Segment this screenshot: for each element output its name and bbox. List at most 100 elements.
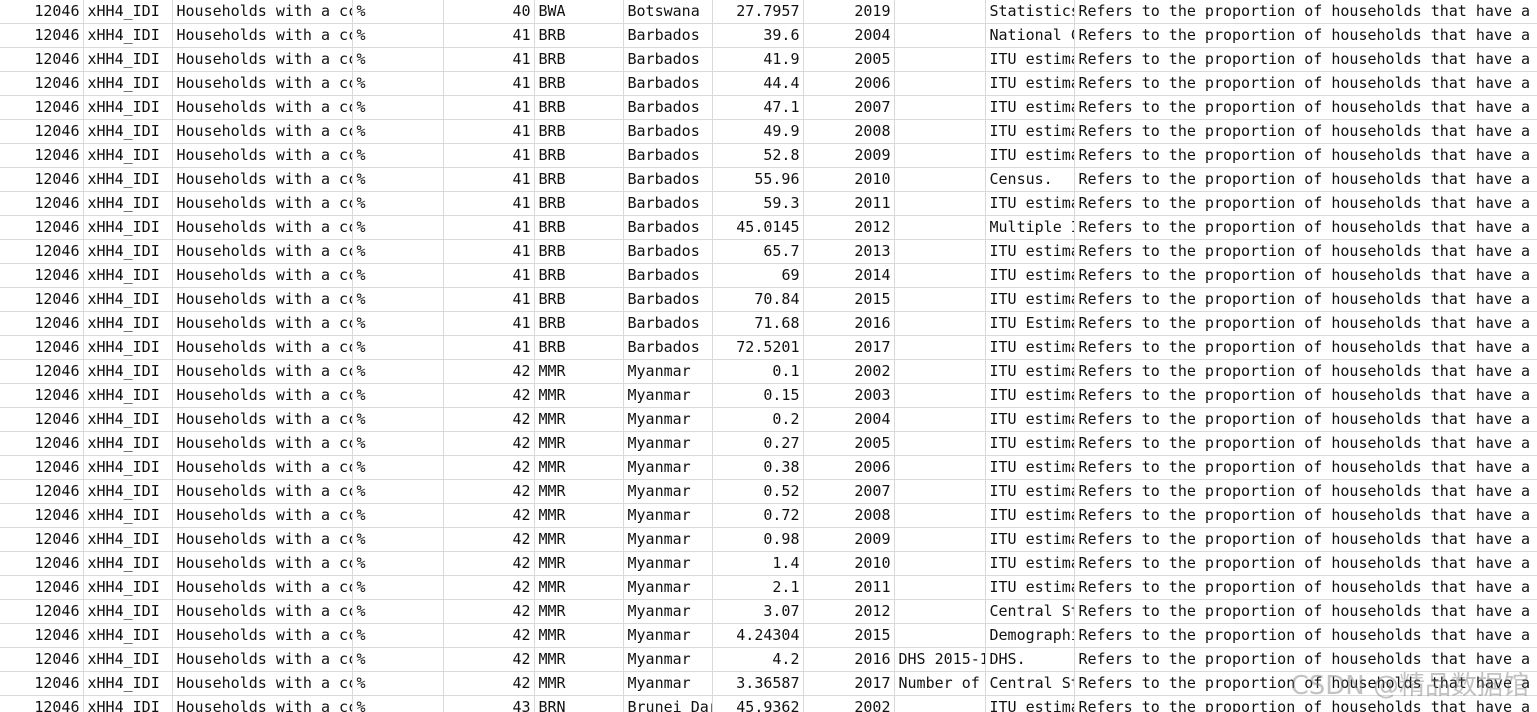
table-cell[interactable]: Households with a cc	[172, 47, 353, 72]
table-cell[interactable]: xHH4_IDI	[83, 311, 173, 336]
table-cell[interactable]: %	[352, 119, 444, 144]
table-cell[interactable]: BRB	[534, 71, 624, 96]
table-cell[interactable]: ITU estima	[985, 239, 1075, 264]
table-cell[interactable]: Households with a cc	[172, 335, 353, 360]
table-cell[interactable]: xHH4_IDI	[83, 407, 173, 432]
table-cell[interactable]: Refers to the proportion of households t…	[1074, 95, 1537, 120]
table-cell[interactable]: 12046	[0, 215, 84, 240]
table-cell[interactable]: %	[352, 335, 444, 360]
table-cell[interactable]: BRB	[534, 119, 624, 144]
table-cell[interactable]: BRB	[534, 47, 624, 72]
table-cell[interactable]: xHH4_IDI	[83, 119, 173, 144]
table-cell[interactable]: ITU estima	[985, 695, 1075, 712]
table-cell[interactable]	[894, 599, 986, 624]
table-cell[interactable]: BRB	[534, 167, 624, 192]
table-cell[interactable]: Refers to the proportion of households t…	[1074, 47, 1537, 72]
table-cell[interactable]: 12046	[0, 575, 84, 600]
table-cell[interactable]: 2012	[803, 599, 895, 624]
table-cell[interactable]: Households with a cc	[172, 311, 353, 336]
table-cell[interactable]	[894, 479, 986, 504]
table-cell[interactable]: %	[352, 551, 444, 576]
table-cell[interactable]	[894, 287, 986, 312]
table-cell[interactable]: 47.1	[712, 95, 804, 120]
table-cell[interactable]: ITU estima	[985, 383, 1075, 408]
table-cell[interactable]: 41.9	[712, 47, 804, 72]
table-cell[interactable]: Households with a cc	[172, 119, 353, 144]
table-cell[interactable]: Refers to the proportion of households t…	[1074, 551, 1537, 576]
table-cell[interactable]: 71.68	[712, 311, 804, 336]
table-cell[interactable]: xHH4_IDI	[83, 191, 173, 216]
table-cell[interactable]	[894, 623, 986, 648]
table-cell[interactable]: xHH4_IDI	[83, 143, 173, 168]
table-cell[interactable]: 2015	[803, 287, 895, 312]
table-cell[interactable]: Myanmar	[623, 431, 713, 456]
table-cell[interactable]: Households with a cc	[172, 263, 353, 288]
table-cell[interactable]: ITU estima	[985, 95, 1075, 120]
table-cell[interactable]: Myanmar	[623, 455, 713, 480]
table-cell[interactable]: Refers to the proportion of households t…	[1074, 263, 1537, 288]
table-cell[interactable]: 2006	[803, 455, 895, 480]
table-cell[interactable]: MMR	[534, 407, 624, 432]
table-cell[interactable]: Refers to the proportion of households t…	[1074, 23, 1537, 48]
table-cell[interactable]: 43	[443, 695, 535, 712]
table-cell[interactable]: 27.7957	[712, 0, 804, 24]
table-cell[interactable]: ITU estima	[985, 47, 1075, 72]
table-cell[interactable]: xHH4_IDI	[83, 23, 173, 48]
table-cell[interactable]: ITU estima	[985, 479, 1075, 504]
table-cell[interactable]: 2010	[803, 551, 895, 576]
table-cell[interactable]: 41	[443, 287, 535, 312]
table-cell[interactable]: Myanmar	[623, 407, 713, 432]
table-cell[interactable]: Refers to the proportion of households t…	[1074, 359, 1537, 384]
table-cell[interactable]: 12046	[0, 47, 84, 72]
table-cell[interactable]: xHH4_IDI	[83, 47, 173, 72]
table-cell[interactable]: 0.1	[712, 359, 804, 384]
table-cell[interactable]: %	[352, 23, 444, 48]
table-cell[interactable]: Demographi	[985, 623, 1075, 648]
table-cell[interactable]: %	[352, 167, 444, 192]
table-cell[interactable]: Barbados	[623, 191, 713, 216]
table-cell[interactable]: 12046	[0, 287, 84, 312]
table-cell[interactable]: 41	[443, 215, 535, 240]
table-cell[interactable]: Refers to the proportion of households t…	[1074, 599, 1537, 624]
table-cell[interactable]: Households with a cc	[172, 527, 353, 552]
table-cell[interactable]: Households with a cc	[172, 407, 353, 432]
table-cell[interactable]: 41	[443, 143, 535, 168]
table-cell[interactable]	[894, 263, 986, 288]
table-cell[interactable]	[894, 191, 986, 216]
table-cell[interactable]: MMR	[534, 503, 624, 528]
table-cell[interactable]: 2.1	[712, 575, 804, 600]
table-cell[interactable]: Myanmar	[623, 623, 713, 648]
table-cell[interactable]: 41	[443, 167, 535, 192]
table-cell[interactable]: Refers to the proportion of households t…	[1074, 431, 1537, 456]
table-cell[interactable]: 42	[443, 671, 535, 696]
table-cell[interactable]: 12046	[0, 383, 84, 408]
table-cell[interactable]: %	[352, 407, 444, 432]
table-cell[interactable]: %	[352, 431, 444, 456]
table-cell[interactable]: 2004	[803, 407, 895, 432]
table-cell[interactable]: 41	[443, 23, 535, 48]
table-cell[interactable]: 12046	[0, 263, 84, 288]
table-cell[interactable]: xHH4_IDI	[83, 527, 173, 552]
table-cell[interactable]: %	[352, 215, 444, 240]
table-cell[interactable]: 2002	[803, 695, 895, 712]
table-cell[interactable]	[894, 407, 986, 432]
table-cell[interactable]: Myanmar	[623, 671, 713, 696]
table-cell[interactable]	[894, 455, 986, 480]
table-cell[interactable]: BRB	[534, 23, 624, 48]
table-cell[interactable]: xHH4_IDI	[83, 623, 173, 648]
table-cell[interactable]: xHH4_IDI	[83, 359, 173, 384]
table-cell[interactable]: ITU estima	[985, 455, 1075, 480]
table-cell[interactable]: Barbados	[623, 263, 713, 288]
table-cell[interactable]: Households with a cc	[172, 695, 353, 712]
table-cell[interactable]: ITU estima	[985, 575, 1075, 600]
table-cell[interactable]: 2009	[803, 527, 895, 552]
table-cell[interactable]: 12046	[0, 95, 84, 120]
table-cell[interactable]: 2016	[803, 647, 895, 672]
table-cell[interactable]: 45.9362	[712, 695, 804, 712]
table-cell[interactable]: Households with a cc	[172, 599, 353, 624]
table-cell[interactable]: Census.	[985, 167, 1075, 192]
table-cell[interactable]	[894, 551, 986, 576]
table-cell[interactable]: Myanmar	[623, 527, 713, 552]
table-cell[interactable]: MMR	[534, 599, 624, 624]
table-cell[interactable]: 2006	[803, 71, 895, 96]
